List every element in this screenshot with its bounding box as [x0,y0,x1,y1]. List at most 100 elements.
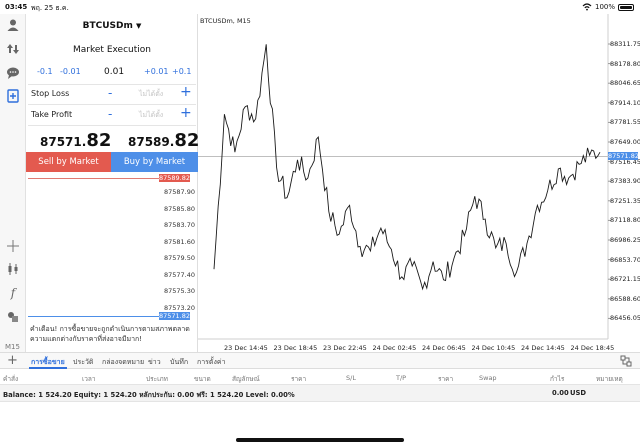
y-tick-label: 86853.70 [610,255,640,264]
column-profit: กำไร [550,375,565,383]
total-profit: 0.00 [552,389,569,397]
take-profit-plus[interactable]: + [180,105,192,121]
ladder-price: 87579.50 [163,254,195,262]
take-profit-input[interactable]: ไม่ได้ตั้ง [139,110,163,121]
execution-type[interactable]: Market Execution [26,45,198,55]
price-series-line [213,44,601,291]
column-swap: Swap [479,374,497,382]
volume-minus-01[interactable]: -0.1 [37,67,53,76]
x-tick-label: 24 Dec 06:45 [422,344,466,352]
volume-plus-01[interactable]: +0.1 [172,67,191,76]
stop-loss-row: Stop Loss - ไม่ได้ตั้ง + [26,84,198,104]
y-tick-label: 87251.35 [610,196,640,205]
column-tp: T/P [396,374,407,382]
objects-icon[interactable] [5,309,21,325]
battery-icon [618,3,634,11]
crosshair-icon[interactable] [5,238,21,254]
add-icon[interactable]: + [7,353,18,368]
column-sl: S/L [346,374,356,382]
tab-history[interactable]: ประวัติ [73,357,93,368]
column-size: ขนาด [194,375,211,383]
ladder-price: 87583.70 [163,221,195,229]
symbol-name: BTCUSDm [82,21,133,31]
tab-settings[interactable]: การตั้งค่า [197,357,226,368]
ladder-price: 87575.30 [163,287,195,295]
account-currency: USD [570,389,587,397]
price-chart[interactable]: BTCUSDm, M15 88311.75 88178.80 88046.65 879… [198,14,640,352]
x-tick-label: 23 Dec 18:45 [273,344,318,352]
new-order-icon[interactable] [5,88,21,104]
divider [28,125,196,126]
ladder-price: 87581.60 [163,237,195,246]
stop-loss-plus[interactable]: + [180,84,192,100]
column-current-price: ราคา [438,375,454,383]
volume-minus-001[interactable]: -0.01 [60,67,81,76]
y-tick-label: 87781.55 [610,118,640,127]
status-right: 100% [582,3,634,11]
ladder-price: 87587.90 [163,188,195,196]
candles-icon[interactable] [5,261,21,277]
stop-loss-minus[interactable]: - [108,86,112,100]
sell-by-market-button[interactable]: Sell by Market [26,152,111,172]
column-time: เวลา [82,375,96,383]
take-profit-label: Take Profit [31,110,73,119]
chat-icon[interactable] [5,65,21,81]
indicators-icon[interactable]: f [5,285,21,301]
orders-table-header: คำสั่ง เวลา ประเภท ขนาด สัญลักษณ์ ราคา S… [0,369,640,385]
y-tick-label: 88178.80 [610,59,640,68]
tab-news[interactable]: ข่าว [148,357,161,368]
buy-price-pips: 82 [174,130,200,151]
y-tick-label: 88311.75 [610,40,640,48]
x-tick-label: 24 Dec 14:45 [521,344,565,352]
buy-by-market-button[interactable]: Buy by Market [111,152,198,172]
take-profit-minus[interactable]: - [108,107,112,121]
status-bar: 03:45 พฤ. 25 ธ.ค. 100% [0,0,640,14]
y-tick-label: 86456.05 [610,314,640,323]
timeframe-label[interactable]: M15 [5,343,20,351]
x-tick-label: 23 Dec 14:45 [224,344,268,352]
volume-plus-001[interactable]: +0.01 [144,67,169,76]
y-tick-label: 87383.90 [610,177,640,186]
execution-warning: คำเตือน! การซื้อขายจะถูกดำเนินการตามสภาพ… [30,325,190,343]
ladder-price: 87573.20 [163,303,195,312]
account-icon[interactable] [5,17,21,33]
balance-summary: Balance: 1 524.20 Equity: 1 524.20 หลักป… [0,385,640,402]
buy-price-main: 87589. [128,135,175,149]
home-indicator [236,438,404,442]
y-tick-label: 87649.00 [610,138,640,146]
column-comment: หมายเหตุ [596,375,623,383]
current-price-tag: 87571.82 [608,152,640,161]
trade-arrows-icon[interactable] [5,41,21,57]
sell-price: 87571.82 [40,130,111,151]
x-tick-label: 24 Dec 18:45 [570,344,615,352]
wifi-icon [582,3,592,11]
column-symbol: สัญลักษณ์ [232,375,260,383]
chart-canvas [198,14,611,340]
stop-loss-input[interactable]: ไม่ได้ตั้ง [139,89,163,100]
y-tick-label: 87118.80 [610,216,640,225]
tab-journal[interactable]: บันทึก [170,357,188,368]
battery-percent: 100% [594,3,615,11]
buy-price: 87589.82 [128,130,199,151]
column-price: ราคา [291,375,307,383]
divider [28,84,196,85]
y-tick-label: 88046.65 [610,79,640,88]
stop-loss-label: Stop Loss [31,89,70,98]
volume-value[interactable]: 0.01 [104,67,124,77]
tab-mailbox[interactable]: กล่องจดหมาย [102,357,144,368]
divider [28,104,196,105]
column-type: ประเภท [146,375,168,383]
date: พฤ. 25 ธ.ค. [31,4,69,12]
ask-price-tag: 87589.82 [159,174,191,182]
symbol-selector[interactable]: BTCUSDm ▼ [26,21,198,31]
sell-price-pips: 82 [86,130,112,151]
take-profit-row: Take Profit - ไม่ได้ตั้ง + [26,105,198,125]
ladder-price: 87577.40 [163,270,195,279]
y-tick-label: 87914.10 [610,98,640,107]
y-tick-label: 86721.15 [610,275,640,284]
chevron-down-icon: ▼ [136,22,142,30]
layout-icon[interactable] [620,355,632,367]
order-panel: BTCUSDm ▼ Market Execution -0.1 -0.01 0.… [26,14,199,352]
ladder-price: 87585.80 [163,204,195,213]
left-toolbar: f M15 [0,14,26,352]
